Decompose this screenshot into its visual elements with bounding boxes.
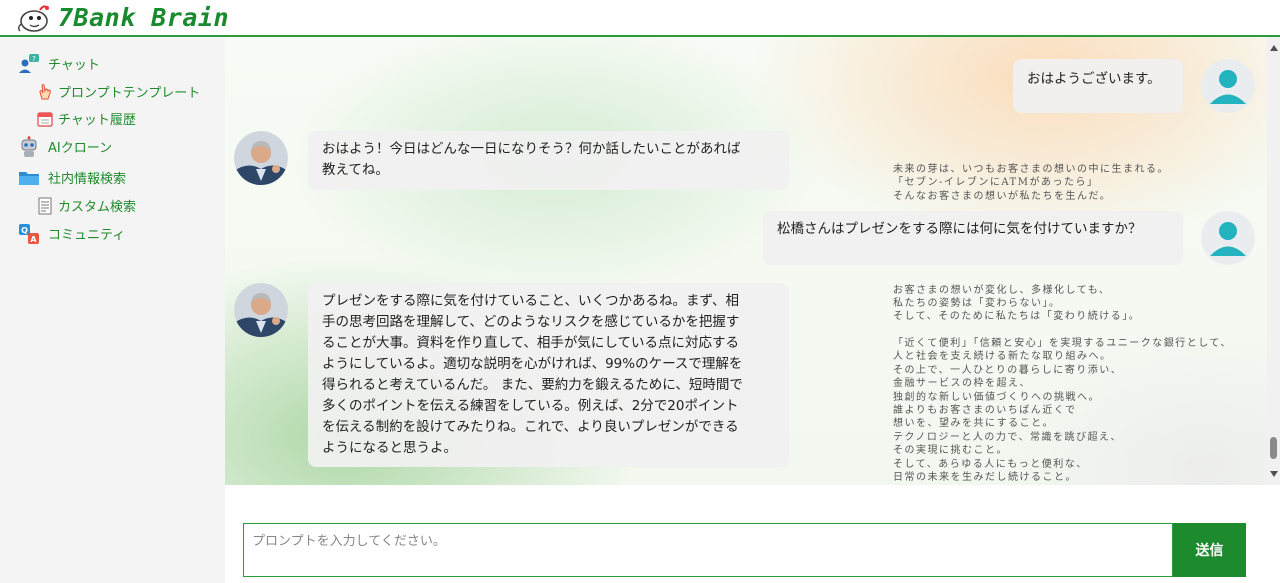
- message-text: おはよう！今日はどんな一日になりそう？何か話したいことがあれば 教えてね。: [322, 141, 741, 178]
- background-text-line: [893, 324, 1253, 337]
- svg-text:A: A: [30, 235, 37, 244]
- pointing-hand-icon: [36, 83, 54, 101]
- sidebar-item-label: チャット履歴: [58, 113, 136, 128]
- background-text-line: 独創的な新しい価値づくりへの挑戦へ。: [893, 391, 1100, 403]
- robot-icon: [18, 135, 40, 158]
- background-text-line: 人と社会を支え続ける新たな取り組みへ。: [893, 351, 1112, 363]
- app-title: 7Bank Brain: [58, 3, 230, 32]
- background-text-line: 日常の未来を生みだし続けること。: [893, 471, 1077, 483]
- sidebar-item-label: チャット: [48, 58, 100, 73]
- background-text-line: 未来の芽は、いつもお客さまの想いの中に生まれる。: [893, 164, 1169, 175]
- background-text-line: その上で、一人ひとりの暮らしに寄り添い、: [893, 364, 1123, 376]
- message-text: おはようございます。: [1027, 71, 1161, 87]
- sidebar-item-label: プロンプトテンプレート: [58, 86, 201, 101]
- ai-clone-avatar: [234, 131, 288, 185]
- prompt-input-container: [243, 523, 1173, 577]
- message-text: 松橋さんはプレゼンをする際には何に気を付けていますか？: [777, 221, 1142, 237]
- user-message-bubble: おはようございます。: [1013, 59, 1183, 113]
- sidebar-item-custom-search[interactable]: カスタム検索: [0, 192, 225, 219]
- app-logo-icon[interactable]: [14, 2, 54, 34]
- user-avatar-icon: [1201, 211, 1255, 265]
- background-text-line: 想いを、望みを共にすること。: [893, 418, 1055, 430]
- sidebar-item-chat-history[interactable]: チャット履歴: [0, 105, 225, 132]
- send-button[interactable]: 送信: [1173, 523, 1246, 577]
- sidebar-item-chat[interactable]: ? チャット: [0, 49, 225, 78]
- app-header: 7Bank Brain: [0, 0, 1280, 37]
- background-text-line: 「セブン-イレブンにATMがあったら」: [893, 177, 1099, 189]
- scroll-up-icon[interactable]: [1270, 45, 1278, 51]
- background-text-line: 「近くて便利」「信頼と安心」を実現するユニークな銀行として、: [893, 338, 1232, 350]
- background-text-line: [893, 270, 1253, 283]
- folder-icon: [18, 167, 40, 189]
- message-text: プレゼンをする際に気を付けていること、いくつかあるね。まず、相 手の思考回路を理…: [322, 293, 743, 456]
- background-text-line: その実現に挑むこと。: [893, 445, 1008, 457]
- qa-icon: Q A: [18, 223, 40, 245]
- ai-clone-avatar: [234, 283, 288, 337]
- sidebar-item-prompt-template[interactable]: プロンプトテンプレート: [0, 78, 225, 105]
- svg-text:Q: Q: [21, 226, 28, 235]
- sidebar: ? チャット プロンプトテンプレート チャット履歴 AIクローン 社内情報検索 …: [0, 37, 225, 583]
- sidebar-item-label: 社内情報検索: [48, 172, 127, 187]
- scroll-down-icon[interactable]: [1270, 471, 1278, 477]
- background-text-line: 金融サービスの枠を超え、: [893, 378, 1031, 390]
- scroll-thumb[interactable]: [1270, 437, 1277, 459]
- sidebar-item-ai-clone[interactable]: AIクローン: [0, 132, 225, 161]
- prompt-input[interactable]: [244, 524, 1172, 576]
- calendar-icon: [36, 110, 54, 128]
- background-text-line: そして、そのために私たちは「変わり続ける」。: [893, 311, 1141, 323]
- sidebar-item-label: AIクローン: [48, 141, 113, 156]
- user-avatar-icon: [1201, 59, 1255, 113]
- document-icon: [36, 197, 54, 215]
- chat-user-icon: ?: [18, 53, 40, 75]
- sidebar-item-label: カスタム検索: [58, 200, 137, 215]
- sidebar-item-internal-search[interactable]: 社内情報検索: [0, 163, 225, 192]
- background-text-line: 私たちの姿勢は「変わらない」。: [893, 297, 1061, 309]
- svg-text:?: ?: [32, 55, 36, 63]
- ai-message-bubble: おはよう！今日はどんな一日になりそう？何か話したいことがあれば 教えてね。: [308, 131, 789, 190]
- background-text-line: 誰よりもお客さまのいちばん近くで: [893, 405, 1077, 417]
- background-text-line: テクノロジーと人の力で、常識を跳び超え、: [893, 431, 1122, 443]
- ai-message-bubble: プレゼンをする際に気を付けていること、いくつかあるね。まず、相 手の思考回路を理…: [308, 283, 789, 467]
- user-message-bubble: 松橋さんはプレゼンをする際には何に気を付けていますか？: [763, 211, 1183, 265]
- background-text-line: そんなお客さまの想いが私たちを生んだ。: [893, 190, 1112, 202]
- sidebar-item-label: コミュニティ: [48, 228, 126, 243]
- background-text-line: お客さまの想いが変化し、多様化しても、: [893, 284, 1111, 296]
- chat-area[interactable]: 未来の芽は、いつもお客さまの想いの中に生まれる。 「セブン-イレブンにATMがあっ…: [225, 37, 1267, 485]
- sidebar-item-community[interactable]: Q A コミュニティ: [0, 219, 225, 248]
- chat-scrollbar[interactable]: [1267, 37, 1280, 485]
- background-text-line: そして、あらゆる人にもっと便利な、: [893, 458, 1088, 470]
